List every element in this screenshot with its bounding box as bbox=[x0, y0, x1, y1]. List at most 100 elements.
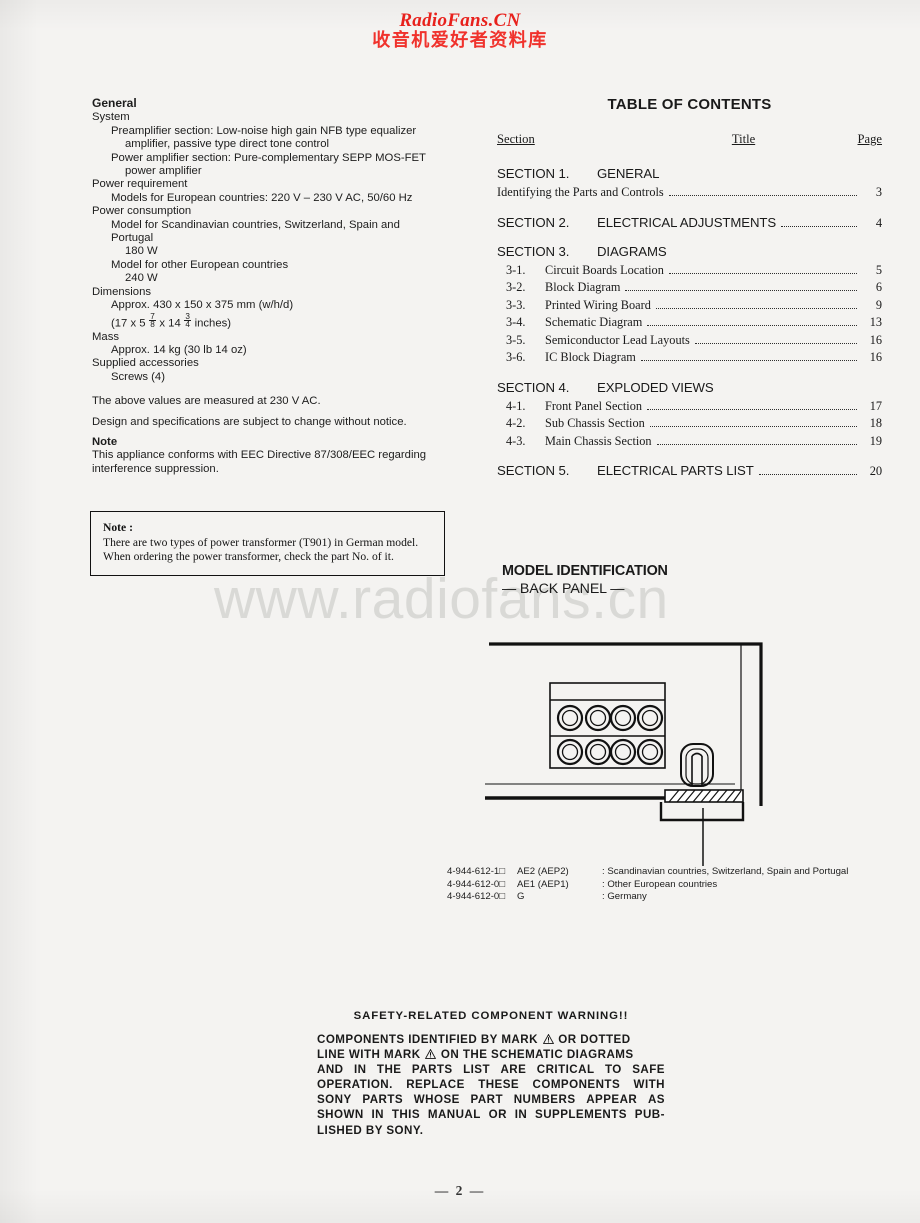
spec-line: power amplifier bbox=[125, 165, 202, 178]
toc-dot-leader bbox=[694, 342, 857, 344]
toc-section-name: EXPLODED VIEWS bbox=[597, 379, 714, 395]
model-number-list: 4-944-612-1□ AE2 (AEP2): Scandinavian cou… bbox=[447, 866, 848, 904]
toc-entry-page: 17 bbox=[869, 398, 882, 413]
toc-entry-title: Main Chassis Section bbox=[545, 433, 652, 448]
safety-warning-line: SHOWN IN THIS MANUAL OR IN SUPPLEMENTS PUB- bbox=[317, 1107, 665, 1122]
toc-entries: SECTION 1. GENERAL Identifying the Parts a… bbox=[497, 166, 882, 479]
safety-warning-word: MANUAL bbox=[427, 1108, 481, 1122]
safety-warning-word: IN bbox=[514, 1108, 528, 1122]
toc-section-heading[interactable]: SECTION 4. EXPLODED VIEWS bbox=[497, 380, 882, 395]
toc-dot-leader bbox=[649, 426, 857, 427]
model-suffix: AE1 (AEP1) bbox=[517, 878, 569, 890]
toc-entry[interactable]: 4-3. Main Chassis Section 19 bbox=[497, 433, 882, 451]
specifications-block: General System Preamplifier section: Low-… bbox=[92, 96, 454, 476]
toc-entry-page: 5 bbox=[875, 262, 882, 277]
toc-dot-leader bbox=[655, 307, 857, 309]
toc-section-heading[interactable]: SECTION 5. ELECTRICAL PARTS LIST 20 bbox=[497, 463, 882, 479]
safety-warning-body: COMPONENTS IDENTIFIED BY MARK OR DOTTED L… bbox=[317, 1032, 665, 1138]
safety-warning-word: AS bbox=[647, 1093, 665, 1107]
toc-entry-number: 3-6. bbox=[506, 350, 526, 364]
safety-warning-word: THESE bbox=[478, 1078, 520, 1092]
transformer-note-line-2: When ordering the power transformer, che… bbox=[103, 550, 394, 564]
toc-section-block: SECTION 5. ELECTRICAL PARTS LIST 20 bbox=[497, 463, 882, 479]
safety-warning-line: SONY PARTS WHOSE PART NUMBERS APPEAR AS bbox=[317, 1092, 665, 1107]
manual-page: RadioFans.CN 收音机爱好者资料库 www.radiofans.cn … bbox=[0, 0, 920, 1223]
toc-entry-number: 4-2. bbox=[506, 416, 526, 430]
toc-entry-page: 16 bbox=[869, 350, 882, 364]
cable-clamp bbox=[680, 743, 714, 787]
toc-entry[interactable]: 3-2. Block Diagram 6 bbox=[497, 279, 882, 297]
toc-dot-leader bbox=[668, 195, 857, 196]
toc-entry-page: 19 bbox=[869, 433, 882, 448]
safety-warning-word: OR bbox=[488, 1108, 507, 1122]
toc-entry-page: 13 bbox=[869, 315, 882, 329]
toc-entry[interactable]: 3-5. Semiconductor Lead Layouts 16 bbox=[497, 332, 882, 350]
safety-warning-word: REPLACE bbox=[406, 1078, 465, 1092]
toc-dot-leader bbox=[640, 360, 857, 361]
model-list-row: 4-944-612-0□ AE1 (AEP1): Other European c… bbox=[447, 879, 848, 892]
toc-entry-page: 9 bbox=[875, 297, 882, 312]
toc-column-headers: Section Title Page bbox=[497, 132, 882, 147]
toc-entry[interactable]: 3-4. Schematic Diagram 13 bbox=[497, 314, 882, 332]
toc-section-number: SECTION 4. bbox=[497, 379, 570, 395]
spec-line: Approx. 14 kg (30 lb 14 oz) bbox=[111, 344, 247, 357]
table-of-contents: TABLE OF CONTENTS Section Title Page SEC… bbox=[497, 96, 882, 482]
spec-line: System bbox=[92, 111, 130, 124]
safety-warning-word: LIST bbox=[463, 1063, 490, 1077]
spec-line: Models for European countries: 220 V – 2… bbox=[111, 191, 413, 204]
toc-dot-leader bbox=[625, 290, 857, 291]
safety-warning-block: SAFETY-RELATED COMPONENT WARNING!! COMPO… bbox=[317, 1010, 665, 1138]
toc-entry-number: 3-5. bbox=[506, 332, 526, 347]
toc-section-heading[interactable]: SECTION 1. GENERAL bbox=[497, 166, 882, 181]
safety-warning-word: AND bbox=[317, 1063, 344, 1077]
measured-values-note: The above values are measured at 230 V A… bbox=[92, 395, 321, 408]
dimensions-inches-suffix: inches) bbox=[191, 317, 232, 330]
spec-line: Portugal bbox=[111, 232, 154, 245]
toc-entry[interactable]: 4-2. Sub Chassis Section 18 bbox=[497, 415, 882, 433]
toc-header-title: Title bbox=[731, 132, 756, 146]
toc-entry[interactable]: 3-1. Circuit Boards Location 5 bbox=[497, 262, 882, 280]
toc-section-heading[interactable]: SECTION 3. DIAGRAMS bbox=[497, 244, 882, 259]
safety-warning-line: LISHED BY SONY. bbox=[317, 1123, 424, 1137]
model-suffix: G bbox=[517, 891, 525, 903]
model-region: : Germany bbox=[602, 891, 647, 903]
safety-warning-word: SAFE bbox=[632, 1063, 665, 1077]
safety-warning-word: SHOWN bbox=[317, 1108, 364, 1122]
toc-entry[interactable]: 3-6. IC Block Diagram 16 bbox=[497, 349, 882, 367]
toc-title: TABLE OF CONTENTS bbox=[607, 96, 772, 113]
toc-entry[interactable]: 3-3. Printed Wiring Board 9 bbox=[497, 297, 882, 315]
toc-entry-number: 3-2. bbox=[506, 280, 526, 294]
toc-section-heading[interactable]: SECTION 2. ELECTRICAL ADJUSTMENTS 4 bbox=[497, 215, 882, 231]
toc-header-section: Section bbox=[497, 132, 535, 146]
back-panel-drawing bbox=[485, 642, 763, 866]
safety-warning-word: PARTS bbox=[362, 1093, 404, 1107]
toc-dot-leader bbox=[781, 225, 857, 227]
terminal-row-bottom bbox=[556, 738, 664, 766]
safety-warning-word: PART bbox=[470, 1093, 504, 1107]
toc-entry[interactable]: Identifying the Parts and Controls 3 bbox=[497, 184, 882, 202]
transformer-note-box: Note : There are two types of power tran… bbox=[90, 511, 445, 576]
toc-entry-page: 16 bbox=[869, 332, 882, 347]
safety-warning-line: LINE WITH MARK ON THE SCHEMATIC DIAGRAMS bbox=[317, 1048, 634, 1062]
dimensions-inches-middle: x 14 bbox=[156, 317, 184, 330]
transformer-note-heading: Note : bbox=[103, 521, 133, 534]
watermark-top: RadioFans.CN 收音机爱好者资料库 bbox=[0, 10, 920, 51]
spec-line: Approx. 430 x 150 x 375 mm (w/h/d) bbox=[111, 299, 294, 312]
safety-warning-word: IN bbox=[371, 1108, 385, 1122]
safety-warning-word: ARE bbox=[500, 1063, 527, 1077]
toc-section-block: SECTION 1. GENERAL Identifying the Parts a… bbox=[497, 166, 882, 202]
toc-header-page: Page bbox=[857, 132, 882, 146]
toc-section-page: 4 bbox=[875, 215, 882, 230]
toc-section-name: DIAGRAMS bbox=[597, 243, 667, 259]
spec-line: Power requirement bbox=[92, 178, 188, 191]
watermark-site-name-cn: 收音机爱好者资料库 bbox=[372, 30, 548, 52]
model-list-row: 4-944-612-0□ G: Germany bbox=[447, 891, 848, 904]
toc-entry-title: Circuit Boards Location bbox=[545, 262, 664, 277]
eec-note-heading: Note bbox=[92, 436, 118, 449]
toc-section-number: SECTION 2. bbox=[497, 214, 570, 230]
toc-entry[interactable]: 4-1. Front Panel Section 17 bbox=[497, 398, 882, 416]
toc-section-block: SECTION 3. DIAGRAMS 3-1. Circuit Boards Loc… bbox=[497, 244, 882, 367]
model-identification-title: MODEL IDENTIFICATION bbox=[502, 563, 668, 579]
toc-section-block: SECTION 4. EXPLODED VIEWS 4-1. Front Panel … bbox=[497, 380, 882, 451]
model-code: 4-944-612-0□ bbox=[447, 878, 506, 890]
